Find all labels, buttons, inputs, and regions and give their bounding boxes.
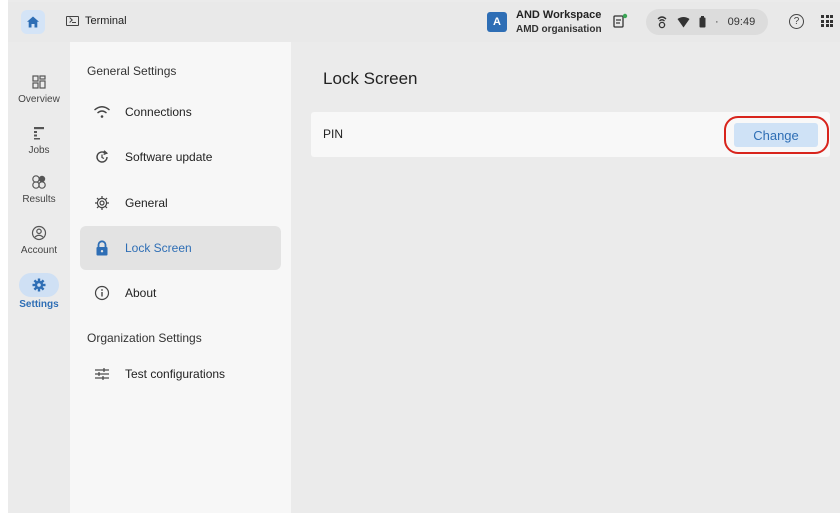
nav-item-about[interactable]: About <box>80 271 281 315</box>
home-icon <box>27 16 39 28</box>
nav-item-software-update[interactable]: Software update <box>80 135 281 179</box>
notes-icon[interactable] <box>612 13 628 29</box>
nav-label-software-update: Software update <box>125 150 213 164</box>
account-icon <box>26 223 52 243</box>
nav-label-about: About <box>125 286 157 300</box>
terminal-label: Terminal <box>85 15 127 27</box>
terminal-tab[interactable]: Terminal <box>66 15 127 27</box>
nav-label-test-configurations: Test configurations <box>125 367 226 381</box>
nav-item-connections[interactable]: Connections <box>80 90 281 134</box>
results-icon <box>26 172 52 192</box>
signal-icon <box>656 15 668 29</box>
nav-label-lock-screen: Lock Screen <box>125 241 192 255</box>
rail-label-results: Results <box>22 194 56 205</box>
main-content: Lock Screen PIN Change <box>291 42 840 513</box>
info-icon <box>92 283 112 303</box>
change-pin-button[interactable]: Change <box>734 123 818 147</box>
rail-item-results[interactable]: Results <box>8 172 70 205</box>
wifi-icon <box>92 102 112 122</box>
gear-icon <box>92 193 112 213</box>
pin-setting-row: PIN Change <box>311 112 830 157</box>
left-rail: Overview Jobs Results Account Settings <box>8 42 70 513</box>
apps-grid-icon[interactable] <box>821 15 833 27</box>
status-separator: · <box>715 16 719 28</box>
nav-item-lock-screen[interactable]: Lock Screen <box>80 226 281 270</box>
jobs-icon <box>26 123 52 143</box>
rail-label-jobs: Jobs <box>28 145 50 156</box>
rail-item-overview[interactable]: Overview <box>8 72 70 105</box>
nav-item-test-configurations[interactable]: Test configurations <box>80 352 281 396</box>
rail-label-account: Account <box>20 245 58 256</box>
pin-label: PIN <box>323 127 344 141</box>
nav-item-general[interactable]: General <box>80 181 281 225</box>
terminal-icon <box>66 16 79 26</box>
help-button[interactable]: ? <box>789 14 804 29</box>
nav-label-connections: Connections <box>125 105 192 119</box>
workspace-avatar[interactable]: A <box>487 12 507 32</box>
rail-item-account[interactable]: Account <box>8 223 70 256</box>
organization-settings-heading: Organization Settings <box>87 331 202 345</box>
clock-time: 09:49 <box>727 16 756 28</box>
page-title: Lock Screen <box>323 69 418 88</box>
gear-icon <box>19 273 59 297</box>
top-bar: Terminal A AND Workspace AMD organisatio… <box>8 2 840 42</box>
update-icon <box>92 147 112 167</box>
status-pill[interactable]: · 09:49 <box>646 9 768 35</box>
workspace-name[interactable]: AND Workspace <box>516 9 601 22</box>
rail-item-settings[interactable]: Settings <box>8 273 70 310</box>
lock-icon <box>92 238 112 258</box>
sliders-icon <box>92 364 112 384</box>
wifi-status-icon <box>677 16 690 28</box>
rail-item-jobs[interactable]: Jobs <box>8 123 70 156</box>
home-button[interactable] <box>21 10 45 34</box>
nav-label-general: General <box>125 196 168 210</box>
settings-nav: General Settings Connections Software up… <box>70 42 291 513</box>
rail-label-settings: Settings <box>19 299 59 310</box>
rail-label-overview: Overview <box>18 94 60 105</box>
dashboard-icon <box>26 72 52 92</box>
battery-icon <box>699 16 706 28</box>
organisation-name[interactable]: AMD organisation <box>516 24 602 36</box>
general-settings-heading: General Settings <box>87 64 177 78</box>
